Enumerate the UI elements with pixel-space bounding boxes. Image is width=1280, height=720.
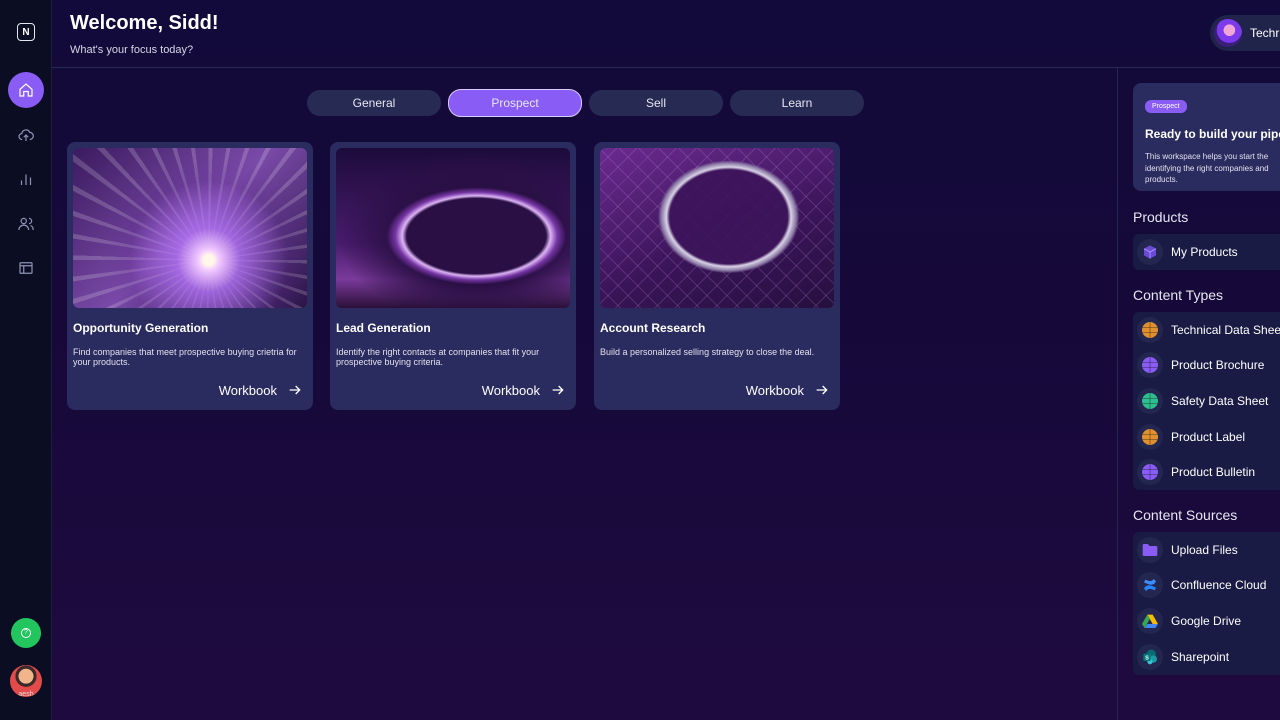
sidebar-item-workspace[interactable] <box>8 250 44 286</box>
globe-icon <box>1137 352 1163 379</box>
tab-sell[interactable]: Sell <box>589 90 723 116</box>
content-sources-heading: Content Sources <box>1133 507 1238 523</box>
list-item-product-label[interactable]: Product Label <box>1137 419 1280 455</box>
card-description: Find companies that meet prospective buy… <box>73 347 297 367</box>
tab-general[interactable]: General <box>307 90 441 116</box>
users-icon <box>18 217 34 231</box>
google-drive-icon <box>1137 607 1163 634</box>
tab-prospect[interactable]: Prospect <box>448 89 582 117</box>
list-item-product-bulletin[interactable]: Product Bulletin <box>1137 454 1280 490</box>
sidebar-item-home[interactable] <box>8 72 44 108</box>
list-item-my-products[interactable]: My Products <box>1137 234 1280 270</box>
arrow-right-icon <box>289 385 301 395</box>
list-item-technical-data-sheet[interactable]: Technical Data Shee <box>1137 312 1280 348</box>
globe-icon <box>1137 387 1163 414</box>
card-lead-generation[interactable]: Lead Generation Identify the right conta… <box>330 142 576 410</box>
workspace-name: Techr <box>1250 26 1280 40</box>
page-subtitle: What's your focus today? <box>70 44 194 56</box>
list-item-google-drive[interactable]: Google Drive <box>1137 603 1280 639</box>
right-panel-divider <box>1117 68 1118 720</box>
promo-title: Ready to build your pipe <box>1145 127 1280 141</box>
list-item-confluence-cloud[interactable]: Confluence Cloud <box>1137 568 1280 604</box>
promo-text: This workspace helps you start the ident… <box>1145 152 1269 184</box>
promo-card: Prospect Ready to build your pipe This w… <box>1133 83 1280 191</box>
workspace-avatar <box>1214 19 1242 47</box>
tab-learn[interactable]: Learn <box>730 90 864 116</box>
bar-chart-icon <box>20 174 32 185</box>
products-list: My Products <box>1133 234 1280 270</box>
user-avatar[interactable]: aesh <box>10 665 42 697</box>
sidebar-item-users[interactable] <box>8 206 44 242</box>
card-opportunity-generation[interactable]: Opportunity Generation Find companies th… <box>67 142 313 410</box>
sidebar-item-analytics[interactable] <box>8 161 44 197</box>
list-item-label: Sharepoint <box>1171 649 1230 664</box>
list-item-upload-files[interactable]: Upload Files <box>1137 532 1280 568</box>
card-description: Build a personalized selling strategy to… <box>600 347 815 357</box>
cube-icon <box>1137 238 1163 265</box>
list-item-product-brochure[interactable]: Product Brochure <box>1137 348 1280 384</box>
card-image <box>600 148 834 308</box>
content-sources-list: Upload Files Confluence Cloud Google Dri… <box>1133 532 1280 675</box>
list-item-label: Confluence Cloud <box>1171 578 1267 593</box>
workbook-link-label: Workbook <box>481 382 540 398</box>
globe-icon <box>1137 316 1163 343</box>
list-item-label: Google Drive <box>1171 613 1242 628</box>
folder-icon <box>1137 536 1163 563</box>
page-header: Welcome, Sidd! What's your focus today? … <box>52 0 1280 68</box>
list-item-label: Upload Files <box>1171 542 1238 557</box>
workbook-link-label: Workbook <box>745 382 804 398</box>
workbook-link[interactable]: Workbook <box>219 382 303 398</box>
list-item-sharepoint[interactable]: S Sharepoint <box>1137 639 1280 675</box>
help-icon: ? <box>21 628 31 638</box>
sidebar-item-upload[interactable] <box>8 117 44 153</box>
list-item-label: Safety Data Sheet <box>1171 393 1269 408</box>
user-avatar-label: aesh <box>18 691 34 697</box>
sharepoint-icon: S <box>1137 643 1163 670</box>
card-title: Account Research <box>600 321 706 335</box>
card-title: Opportunity Generation <box>73 321 209 335</box>
products-heading: Products <box>1133 209 1189 225</box>
workspace-profile-chip[interactable]: Techr <box>1210 15 1280 51</box>
content-types-list: Technical Data Shee Product Brochure Saf… <box>1133 312 1280 490</box>
home-icon <box>19 83 33 97</box>
workbook-link[interactable]: Workbook <box>482 382 566 398</box>
arrow-right-icon <box>552 385 564 395</box>
workbook-link-label: Workbook <box>218 382 277 398</box>
left-sidebar: N ? aesh <box>0 0 52 720</box>
window-icon <box>19 262 33 274</box>
help-button[interactable]: ? <box>11 618 41 648</box>
workbook-link[interactable]: Workbook <box>746 382 830 398</box>
card-account-research[interactable]: Account Research Build a personalized se… <box>594 142 840 410</box>
list-item-label: Product Brochure <box>1171 358 1265 373</box>
card-description: Identify the right contacts at companies… <box>336 347 540 367</box>
upload-cloud-icon <box>18 129 34 141</box>
card-image <box>73 148 307 308</box>
promo-badge: Prospect <box>1145 100 1187 113</box>
globe-icon <box>1137 423 1163 450</box>
list-item-label: Product Label <box>1171 429 1246 444</box>
app-logo[interactable]: N <box>17 23 35 41</box>
list-item-label: Product Bulletin <box>1171 465 1256 480</box>
confluence-icon <box>1137 572 1163 599</box>
list-item-label: My Products <box>1171 244 1238 259</box>
content-types-heading: Content Types <box>1133 287 1224 303</box>
page-title: Welcome, Sidd! <box>70 12 219 34</box>
list-item-safety-data-sheet[interactable]: Safety Data Sheet <box>1137 383 1280 419</box>
focus-tabs: General Prospect Sell Learn <box>307 89 864 117</box>
card-image <box>336 148 570 308</box>
list-item-label: Technical Data Shee <box>1171 322 1280 337</box>
globe-icon <box>1137 459 1163 486</box>
svg-text:S: S <box>1145 655 1149 661</box>
card-title: Lead Generation <box>336 321 431 335</box>
arrow-right-icon <box>816 385 828 395</box>
